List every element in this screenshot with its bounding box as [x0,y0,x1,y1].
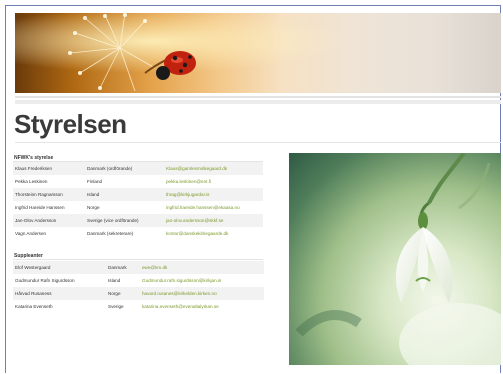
member-name: Jan-Olov Andersson [13,214,85,227]
member-name: Gudmundur Rafn Sigurdsson [13,274,106,287]
table-row: Hårvad Rusaness Norge havard.rusanes@kir… [13,287,264,300]
table-row: Vagn Andersen Danmark (sekreterare) kont… [13,227,263,240]
member-email-link[interactable]: ingfrid.hareide.hanssen@ekaasa.no [164,201,263,214]
member-name: Thorsteinn Ragnarsson [13,188,85,201]
member-email-link[interactable]: ewe@km.dk [140,261,264,274]
member-country: Norge [106,287,140,300]
title-divider [15,142,501,143]
table-row: Ingfrid Hareide Hanssen Norge ingfrid.ha… [13,201,263,214]
member-country: Danmark (sekreterare) [85,227,164,240]
member-name: Pekka Leskinen [13,175,85,188]
table-row: Gudmundur Rafn Sigurdsson Island Gudmund… [13,274,264,287]
member-email-link[interactable]: pekka.leskinen@ent.fi [164,175,263,188]
table-row: Pekka Leskinen Finland pekka.leskinen@en… [13,175,263,188]
substitutes-heading-divider [13,259,263,260]
table-row: Katarina Evenseth Sverige katarina.evens… [13,300,264,313]
header-banner-image [15,13,501,93]
member-name: Hårvad Rusaness [13,287,106,300]
member-country: Norge [85,201,164,214]
table-row: Jan-Olov Andersson Sverige (vice ordföra… [13,214,263,227]
member-name: Klaus Frederiksen [13,162,85,175]
member-country: Island [85,188,164,201]
substitutes-table: Elof Westergaard Danmark ewe@km.dk Gudmu… [13,261,264,313]
table-row: Klaus Frederiksen Danmark (ordförande) K… [13,162,263,175]
page-title: Styrelsen [14,109,127,139]
board-table: Klaus Frederiksen Danmark (ordförande) K… [13,162,263,240]
table-row: Thorsteinn Ragnarsson Island thrag@kirkj… [13,188,263,201]
member-country: Sverige [106,300,140,313]
member-email-link[interactable]: Klaus@gamlesmolkegaard.dk [164,162,263,175]
table-row: Elof Westergaard Danmark ewe@km.dk [13,261,264,274]
member-email-link[interactable]: thrag@kirkjugardar.is [164,188,263,201]
header-divider-band [15,100,501,104]
header-divider [15,96,501,98]
member-email-link[interactable]: Gudmundur.rafn.sigurdsson@kirkjan.is [140,274,264,287]
member-country: Danmark [106,261,140,274]
member-email-link[interactable]: jan-olov.andersson@skkf.se [164,214,263,227]
member-country: Sverige (vice ordförande) [85,214,164,227]
snowdrop-photo [289,153,501,365]
member-email-link[interactable]: katarina.evenseth@evenaltalyrkan.se [140,300,264,313]
member-name: Vagn Andersen [13,227,85,240]
member-country: Finland [85,175,164,188]
member-name: Katarina Evenseth [13,300,106,313]
member-email-link[interactable]: kontor@danskekirkegaarde.dk [164,227,263,240]
member-email-link[interactable]: havard.rusanes@kirkelden.kirken.no [140,287,264,300]
member-country: Danmark (ordförande) [85,162,164,175]
member-name: Elof Westergaard [13,261,106,274]
member-name: Ingfrid Hareide Hanssen [13,201,85,214]
member-country: Island [106,274,140,287]
